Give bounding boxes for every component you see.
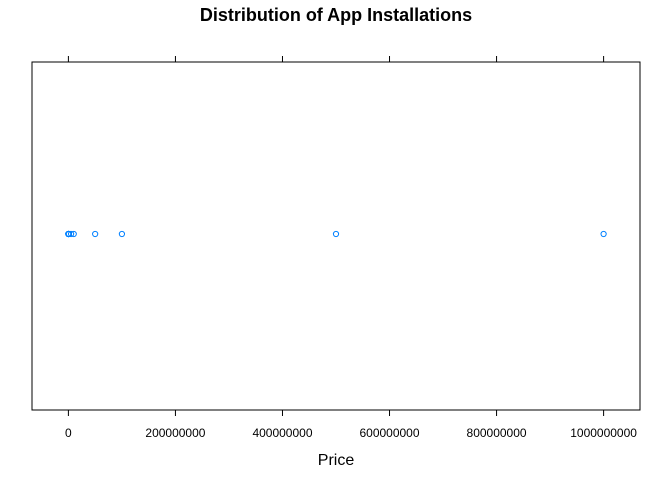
x-tick-label: 400000000 — [252, 426, 312, 440]
x-axis-bottom-ticks — [67, 410, 605, 416]
x-tick-label: 1000000000 — [570, 426, 637, 440]
data-point — [332, 230, 340, 238]
chart-svg: 0 200000000 400000000 600000000 800000000 100… — [31, 56, 641, 469]
x-axis-label: Price — [318, 452, 355, 469]
data-points — [65, 230, 607, 238]
data-point — [118, 230, 126, 238]
x-tick-label: 600000000 — [359, 426, 419, 440]
x-tick-label: 200000000 — [145, 426, 205, 440]
x-tick-label: 800000000 — [467, 426, 527, 440]
x-tick-label: 0 — [65, 426, 72, 440]
x-axis-top-ticks — [67, 56, 605, 62]
data-point — [92, 230, 99, 238]
x-axis-tick-labels: 0 200000000 400000000 600000000 800000000 100… — [65, 426, 637, 440]
data-point — [600, 230, 607, 238]
